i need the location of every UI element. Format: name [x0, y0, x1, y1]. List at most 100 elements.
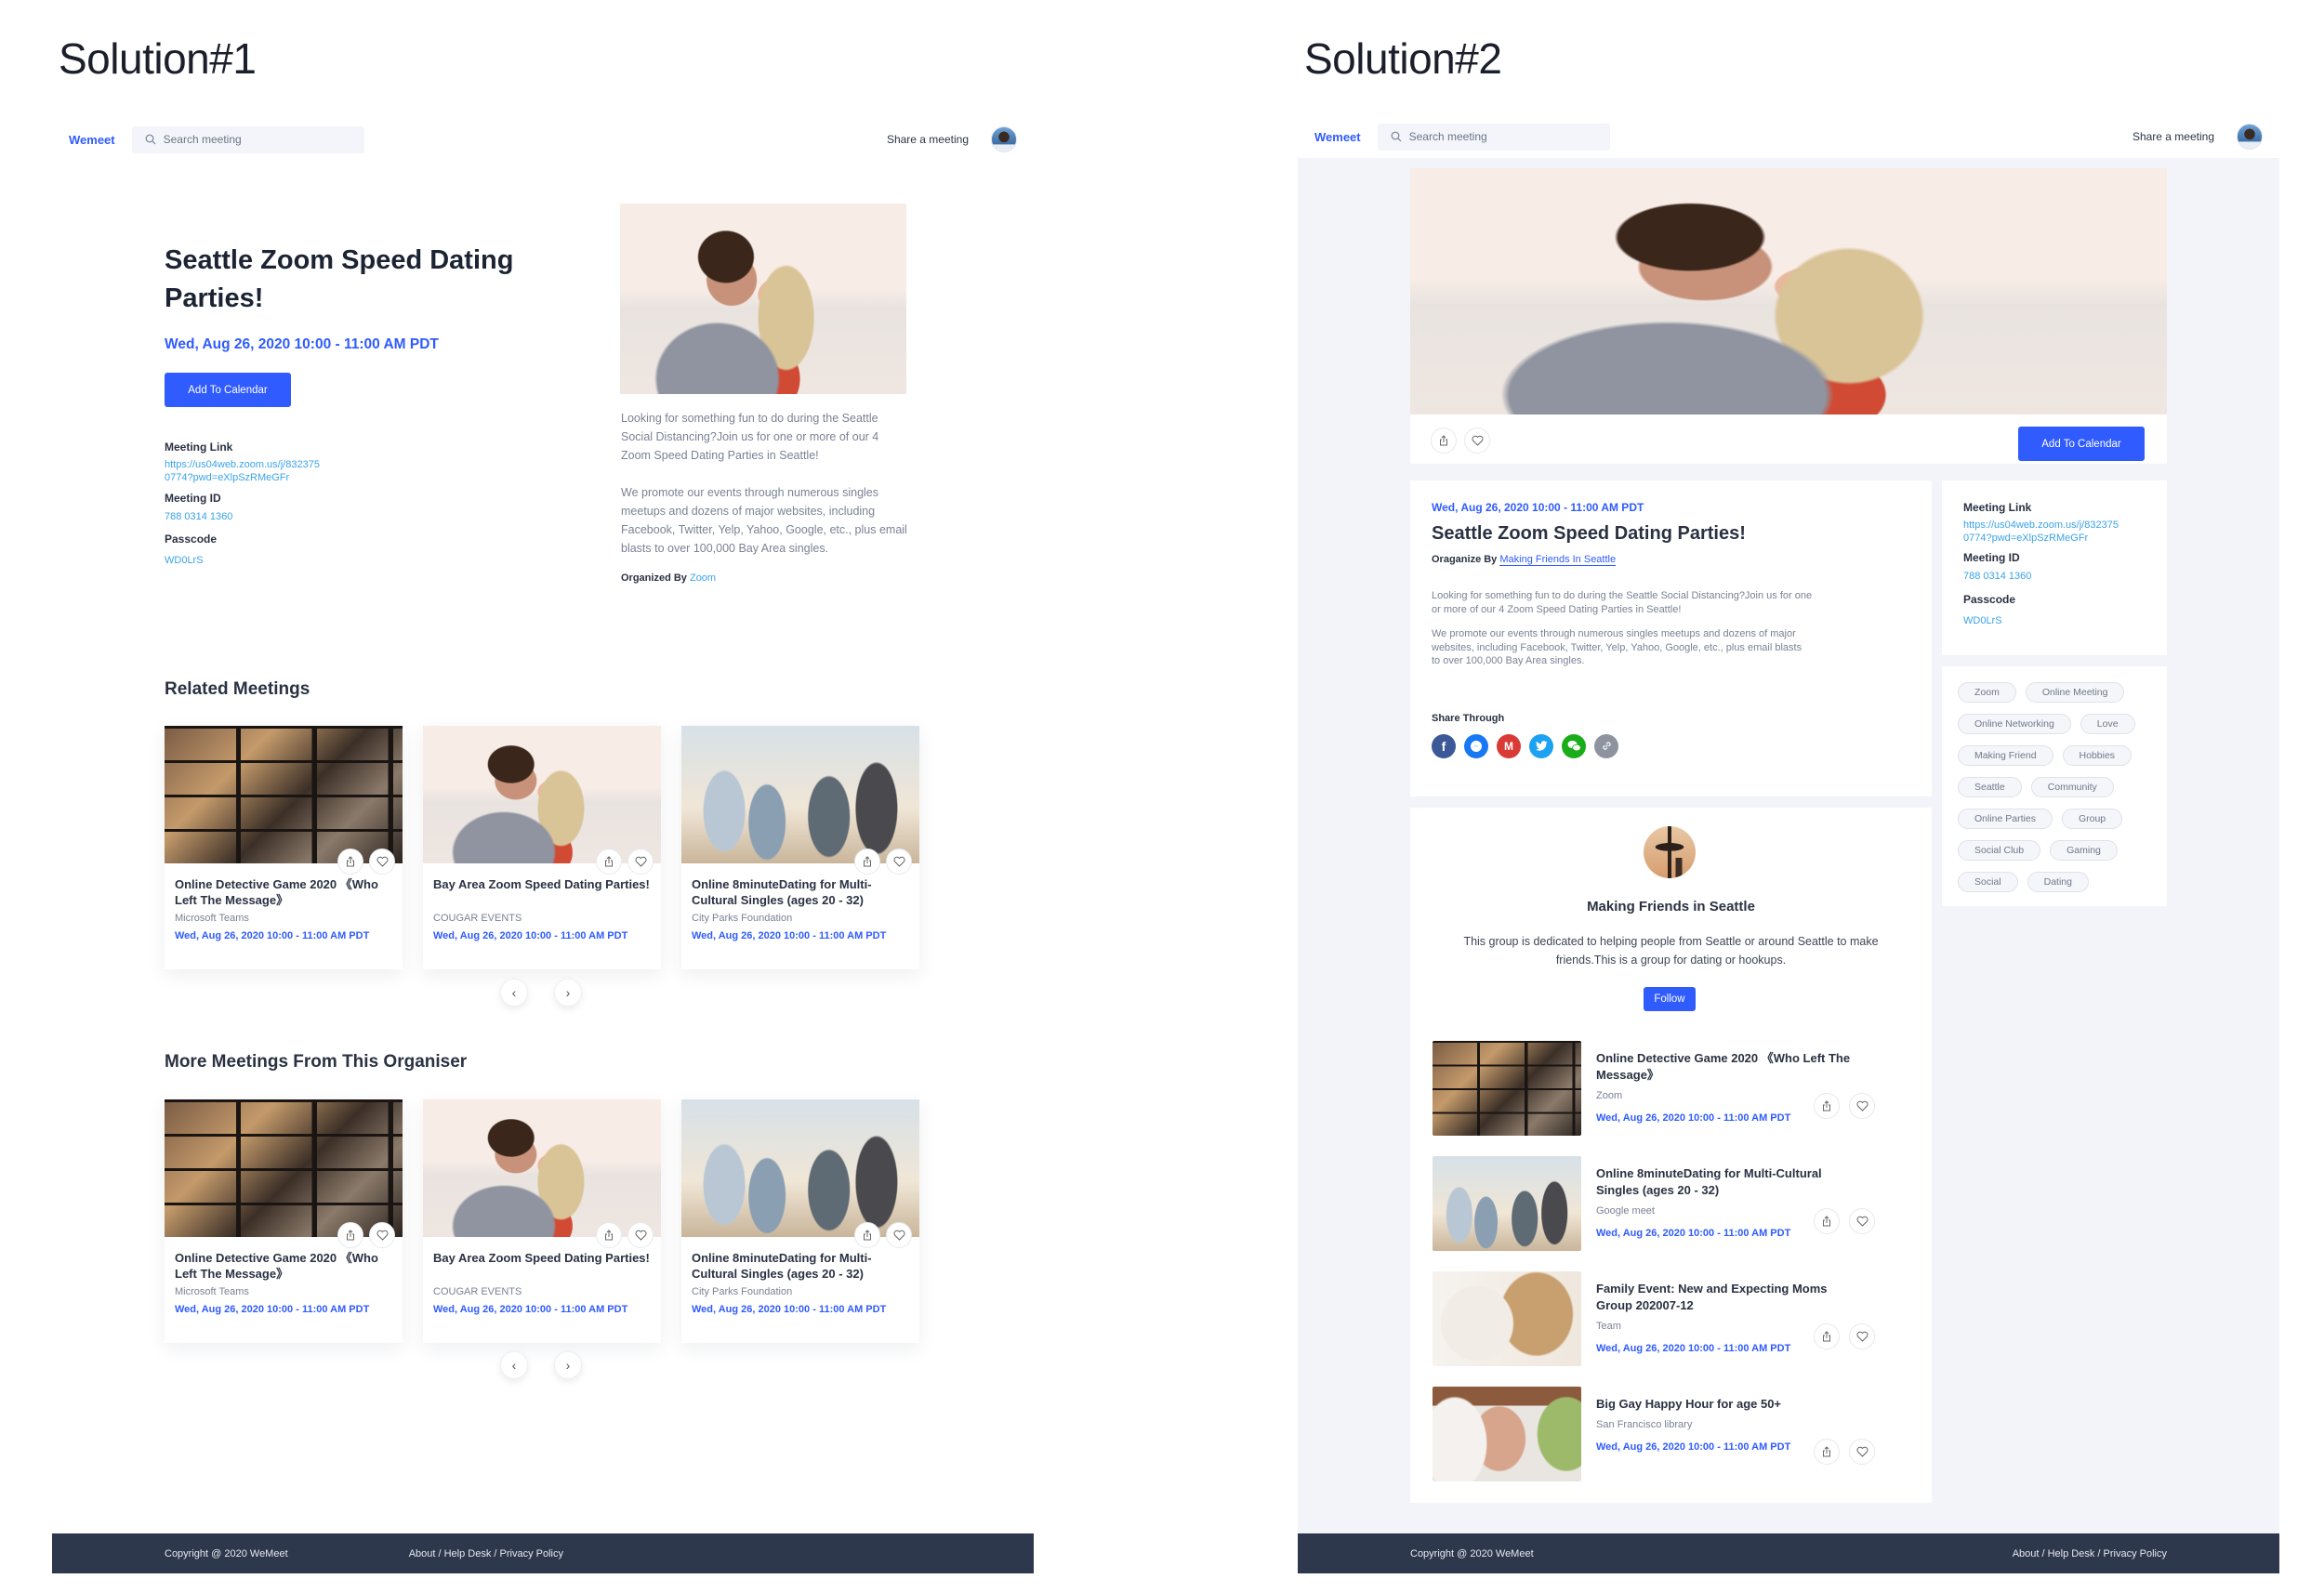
chevron-left-icon[interactable]: ‹: [500, 1351, 528, 1379]
share-icon[interactable]: [1814, 1208, 1840, 1234]
add-to-calendar-button[interactable]: Add To Calendar: [2018, 427, 2145, 461]
search-placeholder: Search meeting: [1408, 130, 1487, 143]
tag-chip[interactable]: Online Networking: [1958, 714, 2071, 734]
tag-chip[interactable]: Social: [1958, 872, 2018, 892]
heart-icon[interactable]: [1849, 1093, 1875, 1119]
event-description: Looking for something fun to do during t…: [621, 409, 909, 558]
user-avatar[interactable]: [991, 126, 1017, 152]
search-input[interactable]: Search meeting: [131, 125, 364, 153]
organizer-link[interactable]: Zoom: [690, 572, 716, 584]
solution-2-header: Wemeet Search meeting Share a meeting: [1298, 118, 2279, 155]
twitter-icon[interactable]: [1529, 733, 1553, 758]
meeting-link-line2[interactable]: 0774?pwd=eXlpSzRMeGFr: [165, 472, 289, 483]
tag-chip[interactable]: Zoom: [1958, 682, 2016, 703]
related-card[interactable]: Online 8minuteDating for Multi-Cultural …: [681, 726, 919, 969]
card-date: Wed, Aug 26, 2020 10:00 - 11:00 AM PDT: [433, 1304, 628, 1315]
related-pager: ‹ ›: [500, 979, 582, 1007]
footer-links[interactable]: About / Help Desk / Privacy Policy: [409, 1548, 563, 1559]
card-date: Wed, Aug 26, 2020 10:00 - 11:00 AM PDT: [433, 930, 628, 941]
organizer-link[interactable]: Making Friends In Seattle: [1499, 554, 1617, 566]
gmail-icon[interactable]: M: [1497, 733, 1521, 758]
meeting-thumbnail: [1433, 1041, 1581, 1136]
tag-chip[interactable]: Seattle: [1958, 777, 2022, 797]
heart-icon[interactable]: [1464, 428, 1490, 454]
follow-button[interactable]: Follow: [1644, 987, 1696, 1011]
solution-1-header: Wemeet Search meeting Share a meeting: [52, 121, 1034, 158]
meeting-id-label: Meeting ID: [1963, 551, 2020, 564]
passcode-label: Passcode: [165, 533, 218, 546]
group-meeting-item[interactable]: Big Gay Happy Hour for age 50+ San Franci…: [1410, 1387, 1932, 1481]
share-meeting-link[interactable]: Share a meeting: [2133, 130, 2214, 143]
heart-icon[interactable]: [1849, 1208, 1875, 1234]
wechat-icon[interactable]: [1562, 733, 1586, 758]
group-meeting-item[interactable]: Family Event: New and Expecting Moms Gro…: [1410, 1271, 1932, 1366]
heart-icon[interactable]: [886, 849, 912, 875]
tag-chip[interactable]: Group: [2061, 809, 2123, 829]
brand-logo[interactable]: Wemeet: [1314, 130, 1361, 144]
tag-chip[interactable]: Social Club: [1958, 840, 2041, 861]
user-avatar[interactable]: [2237, 124, 2263, 150]
share-meeting-link[interactable]: Share a meeting: [887, 133, 969, 146]
group-meeting-item[interactable]: Online 8minuteDating for Multi-Cultural …: [1410, 1156, 1932, 1251]
event-description-p2: We promote our events through numerous s…: [621, 486, 907, 555]
facebook-icon[interactable]: f: [1432, 733, 1456, 758]
share-icon[interactable]: [337, 1222, 363, 1248]
card-organizer: City Parks Foundation: [692, 913, 793, 924]
meeting-link-line1[interactable]: https://us04web.zoom.us/j/832375: [1963, 520, 2119, 531]
meeting-title[interactable]: Big Gay Happy Hour for age 50+: [1596, 1396, 1856, 1413]
tag-chip[interactable]: Online Parties: [1958, 809, 2053, 829]
tag-chip[interactable]: Community: [2030, 777, 2114, 797]
organiser-card[interactable]: Bay Area Zoom Speed Dating Parties! COUG…: [423, 1099, 661, 1343]
chevron-left-icon[interactable]: ‹: [500, 979, 528, 1007]
organize-by: Oraganize By Making Friends In Seattle: [1432, 554, 1910, 566]
card-organizer: City Parks Foundation: [692, 1286, 793, 1297]
chevron-right-icon[interactable]: ›: [554, 979, 582, 1007]
tag-chip[interactable]: Dating: [2027, 872, 2089, 892]
share-icons: f M: [1432, 733, 1910, 758]
heart-icon[interactable]: [1849, 1439, 1875, 1465]
add-to-calendar-button[interactable]: Add To Calendar: [165, 373, 291, 407]
meeting-title[interactable]: Family Event: New and Expecting Moms Gro…: [1596, 1281, 1856, 1314]
heart-icon[interactable]: [369, 849, 395, 875]
copy-link-icon[interactable]: [1594, 733, 1618, 758]
share-icon[interactable]: [854, 849, 880, 875]
share-icon[interactable]: [854, 1222, 880, 1248]
tag-chip[interactable]: Online Meeting: [2025, 682, 2125, 703]
share-through-label: Share Through: [1432, 712, 1505, 724]
meeting-title[interactable]: Online 8minuteDating for Multi-Cultural …: [1596, 1165, 1856, 1199]
tag-chip[interactable]: Gaming: [2050, 840, 2118, 861]
heart-icon[interactable]: [627, 849, 654, 875]
meeting-link-line2[interactable]: 0774?pwd=eXlpSzRMeGFr: [1963, 533, 2088, 544]
group-meeting-item[interactable]: Online Detective Game 2020 《Who Left The…: [1410, 1041, 1932, 1136]
tag-chip[interactable]: Love: [2080, 714, 2135, 734]
brand-logo[interactable]: Wemeet: [69, 133, 115, 147]
tag-chip[interactable]: Hobbies: [2062, 745, 2133, 766]
meeting-link[interactable]: https://us04web.zoom.us/j/832375 0774?pwd…: [165, 458, 378, 484]
share-icon[interactable]: [1814, 1323, 1840, 1349]
meeting-title[interactable]: Online Detective Game 2020 《Who Left The…: [1596, 1050, 1856, 1084]
meeting-link-line1[interactable]: https://us04web.zoom.us/j/832375: [165, 459, 320, 470]
messenger-icon[interactable]: [1464, 733, 1488, 758]
share-icon[interactable]: [1431, 428, 1457, 454]
passcode-label: Passcode: [1963, 593, 2016, 606]
footer-links[interactable]: About / Help Desk / Privacy Policy: [2013, 1548, 2167, 1559]
search-input[interactable]: Search meeting: [1377, 123, 1610, 151]
share-icon[interactable]: [1814, 1093, 1840, 1119]
tag-chip[interactable]: Making Friend: [1958, 745, 2053, 766]
share-icon[interactable]: [337, 849, 363, 875]
share-icon[interactable]: [596, 1222, 622, 1248]
share-icon[interactable]: [1814, 1439, 1840, 1465]
meeting-link[interactable]: https://us04web.zoom.us/j/832375 0774?pwd…: [1963, 519, 2146, 545]
heart-icon[interactable]: [886, 1222, 912, 1248]
related-card[interactable]: Bay Area Zoom Speed Dating Parties! COUG…: [423, 726, 661, 969]
share-icon[interactable]: [596, 849, 622, 875]
organiser-card[interactable]: Online 8minuteDating for Multi-Cultural …: [681, 1099, 919, 1343]
heart-icon[interactable]: [1849, 1323, 1875, 1349]
heart-icon[interactable]: [627, 1222, 654, 1248]
chevron-right-icon[interactable]: ›: [554, 1351, 582, 1379]
organiser-card[interactable]: Online Detective Game 2020 《Who Left The…: [165, 1099, 403, 1343]
heart-icon[interactable]: [369, 1222, 395, 1248]
related-card[interactable]: Online Detective Game 2020 《Who Left The…: [165, 726, 403, 969]
hero-card: Add To Calendar: [1410, 168, 2167, 464]
meeting-id: 788 0314 1360: [165, 511, 233, 522]
